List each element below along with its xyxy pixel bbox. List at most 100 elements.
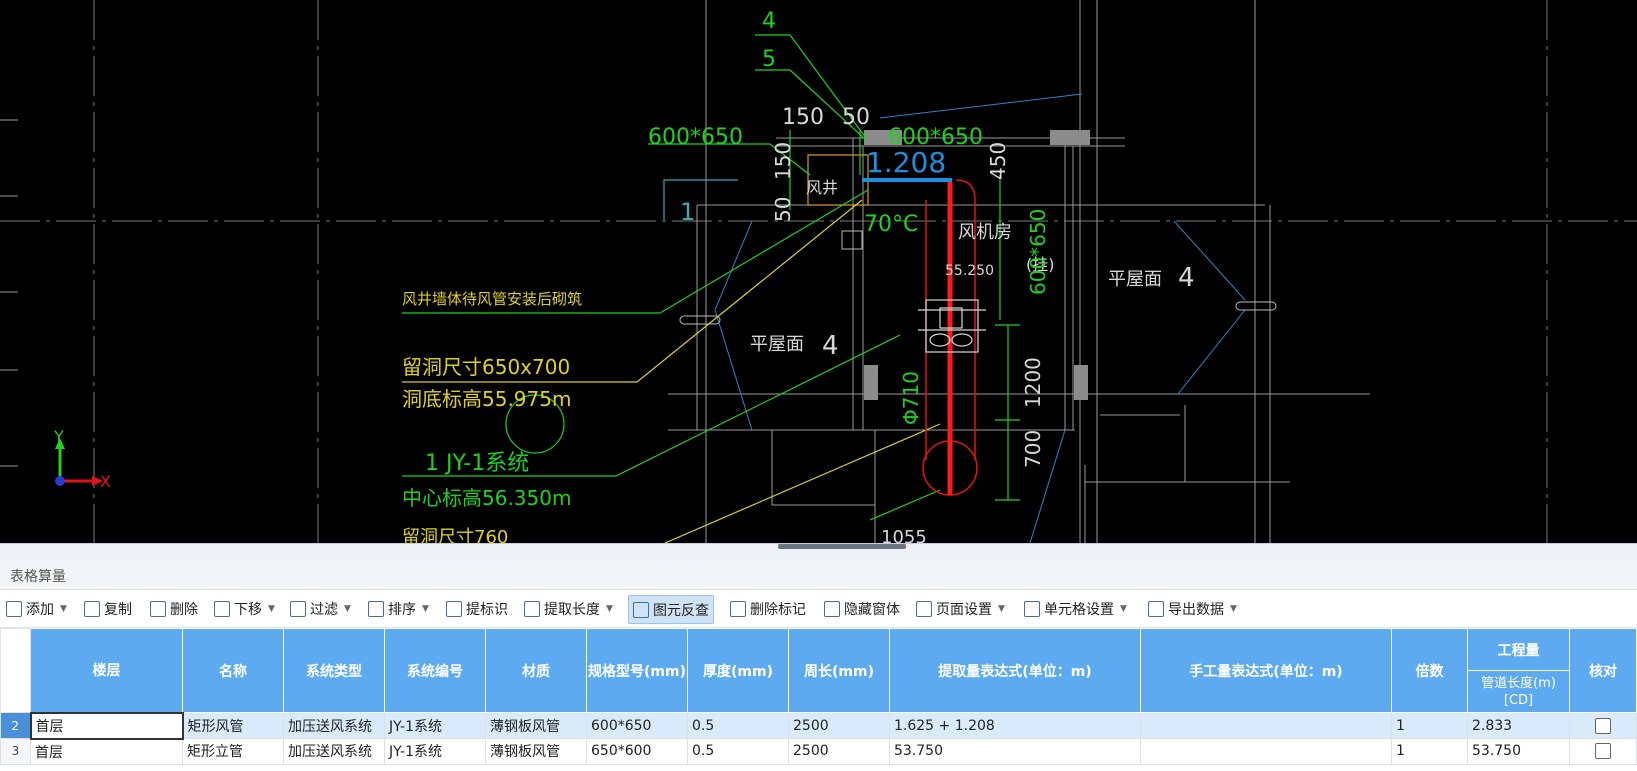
check-checkbox[interactable]: [1595, 743, 1611, 760]
cad-elev-small: 55.250: [945, 263, 994, 279]
header-spec[interactable]: 规格型号(mm): [586, 628, 688, 713]
cell-floor[interactable]: 首层: [30, 738, 183, 765]
cell-name[interactable]: 矩形风管: [182, 712, 284, 739]
chevron-down-icon[interactable]: ▼: [344, 604, 351, 614]
delete-icon: [150, 600, 166, 617]
row-number[interactable]: 3: [0, 738, 31, 765]
page-settings-label: 页面设置: [936, 601, 992, 618]
cell-material[interactable]: 薄钢板风管: [485, 712, 587, 739]
cell-extract-expression[interactable]: 53.750: [889, 738, 1141, 765]
quantity-table: 楼层 名称 系统类型 系统编号 材质 规格型号(mm) 厚度(mm) 周长(mm…: [0, 628, 1637, 771]
table-row[interactable]: 2 首层 矩形风管 加压送风系统 JY-1系统 薄钢板风管 600*650 0.…: [0, 711, 1637, 740]
panel-title-bar: 表格算量: [0, 561, 1637, 590]
filter-label: 过滤: [310, 601, 338, 618]
delete-button[interactable]: 删除: [146, 595, 202, 622]
cad-dim-50b: 50: [771, 197, 795, 222]
chevron-down-icon[interactable]: ▼: [1120, 604, 1127, 614]
cad-dim-700: 700: [1021, 430, 1045, 468]
header-check[interactable]: 核对: [1569, 628, 1637, 713]
cell-manual-expression[interactable]: [1140, 738, 1392, 765]
add-label: 添加: [26, 601, 54, 618]
cell-check: [1569, 712, 1637, 739]
header-system-code[interactable]: 系统编号: [384, 628, 486, 713]
cell-manual-expression[interactable]: [1140, 712, 1392, 739]
cell-floor[interactable]: 首层: [29, 711, 184, 740]
filter-button[interactable]: 过滤 ▼: [286, 595, 355, 622]
row-number[interactable]: 2: [0, 712, 31, 739]
chevron-down-icon[interactable]: ▼: [1230, 604, 1237, 614]
extract-label-icon: [446, 600, 462, 617]
move-down-button[interactable]: 下移 ▼: [210, 595, 279, 622]
cad-hole-size: 留洞尺寸650x700: [402, 355, 570, 379]
cell-duct-length[interactable]: 2.833: [1467, 712, 1570, 739]
hide-window-label: 隐藏窗体: [844, 601, 900, 618]
copy-icon: [84, 600, 100, 617]
header-duct-length-label: 管道长度(m): [1481, 675, 1556, 691]
header-system-type[interactable]: 系统类型: [283, 628, 385, 713]
cad-shaft: 风井: [806, 178, 838, 197]
cell-system-code[interactable]: JY-1系统: [384, 712, 486, 739]
panel-splitter[interactable]: [0, 543, 1637, 562]
header-duct-length[interactable]: 管道长度(m) [CD]: [1467, 670, 1570, 713]
cad-roof-right-num: 4: [1178, 263, 1195, 293]
delete-mark-button[interactable]: 删除标记: [726, 595, 810, 622]
copy-button[interactable]: 复制: [80, 595, 136, 622]
cad-dim-50a: 50: [842, 105, 870, 130]
cell-check: [1569, 738, 1637, 765]
header-perimeter[interactable]: 周长(mm): [788, 628, 890, 713]
extract-label-button[interactable]: 提标识: [442, 595, 512, 622]
splitter-grip[interactable]: [778, 544, 906, 549]
cad-temp-label: 70°C: [864, 212, 918, 237]
export-icon: [1148, 600, 1164, 617]
header-material[interactable]: 材质: [485, 628, 587, 713]
cad-hole-elevation: 洞底标高55.975m: [402, 387, 571, 411]
sort-label: 排序: [388, 601, 416, 618]
header-thickness[interactable]: 厚度(mm): [687, 628, 789, 713]
reverse-lookup-icon: [633, 601, 649, 618]
cell-perimeter[interactable]: 2500: [788, 738, 890, 765]
chevron-down-icon[interactable]: ▼: [60, 604, 67, 614]
delete-mark-icon: [730, 600, 746, 617]
cell-perimeter[interactable]: 2500: [788, 712, 890, 739]
cell-spec[interactable]: 600*650: [586, 712, 688, 739]
add-button[interactable]: 添加 ▼: [2, 595, 71, 622]
cad-note-wall: 风井墙体待风管安装后砌筑: [402, 290, 582, 308]
reverse-lookup-button[interactable]: 图元反查: [628, 595, 714, 624]
cell-thickness[interactable]: 0.5: [687, 738, 789, 765]
header-manual-expression[interactable]: 手工量表达式(单位：m): [1140, 628, 1392, 713]
header-name[interactable]: 名称: [182, 628, 284, 713]
header-multiplier[interactable]: 倍数: [1391, 628, 1468, 713]
cell-spec[interactable]: 650*600: [586, 738, 688, 765]
cell-extract-expression[interactable]: 1.625 + 1.208: [889, 712, 1141, 739]
header-quantity[interactable]: 工程量: [1467, 628, 1570, 671]
cell-thickness[interactable]: 0.5: [687, 712, 789, 739]
cell-system-code[interactable]: JY-1系统: [384, 738, 486, 765]
chevron-down-icon[interactable]: ▼: [268, 604, 275, 614]
header-floor[interactable]: 楼层: [30, 628, 183, 713]
cell-duct-length[interactable]: 53.750: [1467, 738, 1570, 765]
check-checkbox[interactable]: [1595, 717, 1611, 734]
reverse-lookup-label: 图元反查: [653, 602, 709, 619]
cell-name[interactable]: 矩形立管: [182, 738, 284, 765]
cell-system-type[interactable]: 加压送风系统: [283, 712, 385, 739]
chevron-down-icon[interactable]: ▼: [422, 604, 429, 614]
cell-material[interactable]: 薄钢板风管: [485, 738, 587, 765]
cell-system-type[interactable]: 加压送风系统: [283, 738, 385, 765]
cell-settings-button[interactable]: 单元格设置 ▼: [1020, 595, 1131, 622]
header-extract-expression[interactable]: 提取量表达式(单位：m): [889, 628, 1141, 713]
cad-marker-1: 1: [680, 198, 695, 226]
extract-length-button[interactable]: 提取长度 ▼: [520, 595, 617, 622]
cell-multiplier[interactable]: 1: [1391, 738, 1468, 765]
cad-drawing-canvas[interactable]: 4 5 600*650 600*650 70°C 1 JY-1系统 150 50…: [0, 0, 1637, 543]
cad-measure-value: 1.208: [866, 146, 946, 179]
hide-window-button[interactable]: 隐藏窗体: [820, 595, 904, 622]
table-row[interactable]: 3 首层 矩形立管 加压送风系统 JY-1系统 薄钢板风管 650*600 0.…: [0, 738, 1637, 765]
sort-button[interactable]: 排序 ▼: [364, 595, 433, 622]
page-settings-button[interactable]: 页面设置 ▼: [912, 595, 1009, 622]
cell-settings-icon: [1024, 600, 1040, 617]
cad-dim-150a: 150: [782, 105, 824, 130]
chevron-down-icon[interactable]: ▼: [606, 604, 613, 614]
export-button[interactable]: 导出数据 ▼: [1144, 595, 1241, 622]
chevron-down-icon[interactable]: ▼: [998, 604, 1005, 614]
cell-multiplier[interactable]: 1: [1391, 712, 1468, 739]
